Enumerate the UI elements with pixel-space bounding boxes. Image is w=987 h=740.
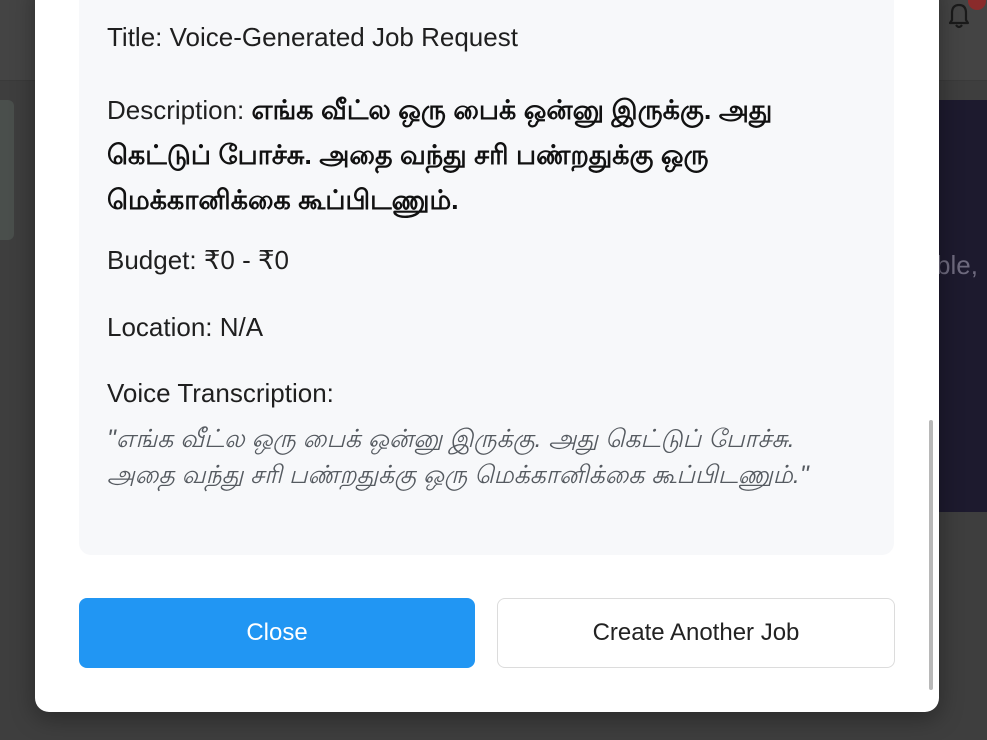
job-description-label: Description:: [107, 95, 252, 125]
job-details-panel: Title: Voice-Generated Job Request Descr…: [79, 0, 894, 555]
modal-scrollbar[interactable]: [929, 420, 933, 690]
job-description-row: Description: எங்க வீட்ல ஒரு பைக் ஒன்னு இ…: [107, 88, 870, 223]
job-location-row: Location: N/A: [107, 310, 870, 344]
job-created-modal: Title: Voice-Generated Job Request Descr…: [35, 0, 939, 712]
close-button[interactable]: Close: [79, 598, 475, 668]
job-budget-label: Budget:: [107, 245, 204, 275]
voice-transcription-text: "எங்க வீட்ல ஒரு பைக் ஒன்னு இருக்கு. அது …: [107, 425, 809, 489]
job-budget-row: Budget: ₹0 - ₹0: [107, 243, 870, 277]
hero-banner-text: ble,: [936, 250, 978, 280]
job-title-row: Title: Voice-Generated Job Request: [107, 20, 870, 54]
create-another-job-button[interactable]: Create Another Job: [497, 598, 895, 668]
job-title-label: Title:: [107, 22, 170, 52]
background-card: [0, 100, 14, 240]
voice-transcription-label: Voice Transcription:: [107, 378, 334, 408]
job-title-value: Voice-Generated Job Request: [169, 22, 518, 52]
job-budget-value: ₹0 - ₹0: [203, 245, 289, 275]
job-location-label: Location:: [107, 312, 220, 342]
job-location-value: N/A: [219, 312, 264, 342]
